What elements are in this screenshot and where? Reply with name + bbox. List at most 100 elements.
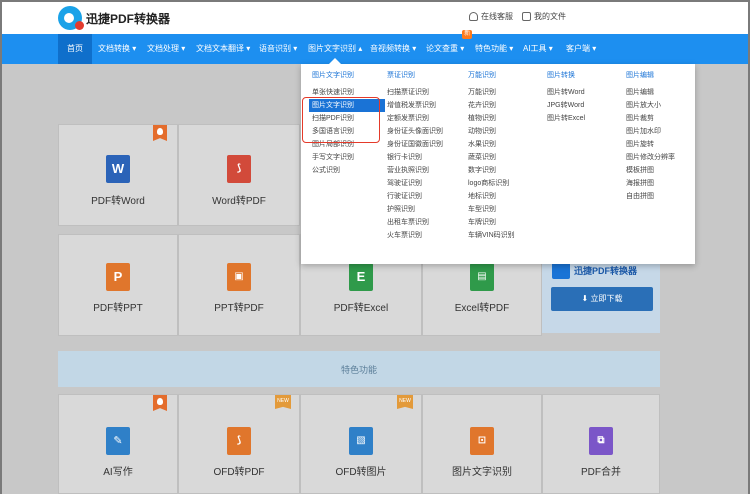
menu-item[interactable]: 动物识别 xyxy=(468,125,515,138)
nav-client[interactable]: 客户端 ▾ xyxy=(566,34,596,64)
highlight-box xyxy=(302,97,380,143)
menu-item[interactable]: 海报拼图 xyxy=(626,177,675,190)
nav-doc-translate[interactable]: 文档文本翻译 ▾ xyxy=(196,34,250,64)
dropdown-column-universal-ocr: 万能识别 万能识别 花卉识别 植物识别 动物识别 水果识别 蔬菜识别 数字识别 … xyxy=(468,70,515,242)
pdf-icon: ⟆ xyxy=(227,155,251,183)
my-files-label: 我的文件 xyxy=(534,12,566,21)
headset-icon xyxy=(469,12,478,21)
card-label: PDF转Word xyxy=(91,196,145,207)
menu-item[interactable]: 车辆VIN码识别 xyxy=(468,229,515,242)
menu-item[interactable]: 自由拼图 xyxy=(626,190,675,203)
card-label: PDF转Excel xyxy=(333,303,389,314)
file-icon xyxy=(522,12,531,21)
customer-service-link[interactable]: 在线客服 xyxy=(469,11,513,22)
ofd-pdf-icon: ⟆ xyxy=(227,427,251,455)
card-ofd-to-image[interactable]: NEW ▧ OFD转图片 xyxy=(300,394,422,494)
menu-item[interactable]: 驾驶证识别 xyxy=(387,177,443,190)
menu-item[interactable]: 图片修改分辨率 xyxy=(626,151,675,164)
menu-item[interactable]: 扫描票证识别 xyxy=(387,86,443,99)
nav-doc-convert[interactable]: 文档转换 ▾ xyxy=(98,34,136,64)
card-pdf-merge[interactable]: ⧉ PDF合并 xyxy=(542,394,660,494)
my-files-link[interactable]: 我的文件 xyxy=(522,11,566,22)
ocr-icon: ⊡ xyxy=(470,427,494,455)
card-label: OFD转图片 xyxy=(335,467,387,478)
card-label: AI写作 xyxy=(103,467,133,478)
menu-item[interactable]: 植物识别 xyxy=(468,112,515,125)
menu-item[interactable]: 模板拼图 xyxy=(626,164,675,177)
download-label: 立即下载 xyxy=(590,294,623,303)
new-tag: NEW xyxy=(397,395,413,409)
excel-icon: E xyxy=(349,263,373,291)
dropdown-column-image-edit: 图片编辑 图片编辑 图片放大小 图片裁剪 图片加水印 图片旋转 图片修改分辨率 … xyxy=(626,70,675,203)
card-ofd-to-pdf[interactable]: NEW ⟆ OFD转PDF xyxy=(178,394,300,494)
nav-paper-check[interactable]: 论文查重 ▾ 新 xyxy=(426,30,473,64)
menu-item[interactable]: 花卉识别 xyxy=(468,99,515,112)
hot-icon xyxy=(153,125,167,141)
card-label: PDF合并 xyxy=(581,467,621,478)
nav-home[interactable]: 首页 xyxy=(58,34,92,64)
nav-features[interactable]: 特色功能 ▾ xyxy=(475,34,513,64)
menu-item[interactable]: 定额发票识别 xyxy=(387,112,443,125)
menu-item[interactable]: 水果识别 xyxy=(468,138,515,151)
card-word-to-pdf[interactable]: ⟆ Word转PDF xyxy=(178,124,300,226)
image-icon: ▧ xyxy=(349,427,373,455)
new-tag: NEW xyxy=(275,395,291,409)
menu-item[interactable]: 图片加水印 xyxy=(626,125,675,138)
menu-item[interactable]: 身份证国徽面识别 xyxy=(387,138,443,151)
logo-icon[interactable] xyxy=(58,6,84,30)
brand-name[interactable]: 迅捷PDF转换器 xyxy=(86,10,170,27)
menu-item[interactable]: 图片转Excel xyxy=(547,112,585,125)
column-title: 万能识别 xyxy=(468,72,496,79)
menu-item[interactable]: 营业执照识别 xyxy=(387,164,443,177)
menu-item[interactable]: 增值税发票识别 xyxy=(387,99,443,112)
menu-item[interactable]: 图片旋转 xyxy=(626,138,675,151)
nav-doc-process[interactable]: 文档处理 ▾ xyxy=(147,34,185,64)
section-title: 特色功能 xyxy=(340,365,377,375)
download-button[interactable]: ⬇ 立即下载 xyxy=(551,287,653,311)
menu-item[interactable]: 公式识别 xyxy=(312,164,385,177)
menu-item[interactable]: 银行卡识别 xyxy=(387,151,443,164)
image-ocr-dropdown: 图片文字识别 单张快速识别 图片文字识别 扫描PDF识别 多国语言识别 图片局部… xyxy=(301,58,695,264)
menu-item[interactable]: 图片转Word xyxy=(547,86,585,99)
menu-item[interactable]: 万能识别 xyxy=(468,86,515,99)
menu-item[interactable]: 行驶证识别 xyxy=(387,190,443,203)
hot-icon xyxy=(153,395,167,411)
menu-item[interactable]: 车牌识别 xyxy=(468,216,515,229)
card-label: PDF转PPT xyxy=(93,303,143,314)
menu-item[interactable]: 图片编辑 xyxy=(626,86,675,99)
menu-item[interactable]: 身份证头像面识别 xyxy=(387,125,443,138)
feature-section-header: 特色功能 xyxy=(58,351,660,387)
menu-item[interactable]: 图片放大小 xyxy=(626,99,675,112)
card-pdf-to-ppt[interactable]: P PDF转PPT xyxy=(58,234,178,336)
card-label: 图片文字识别 xyxy=(452,467,512,478)
card-image-ocr[interactable]: ⊡ 图片文字识别 xyxy=(422,394,542,494)
menu-item[interactable]: 护照识别 xyxy=(387,203,443,216)
menu-item[interactable]: 火车票识别 xyxy=(387,229,443,242)
menu-item[interactable]: 车型识别 xyxy=(468,203,515,216)
menu-item[interactable]: 图片裁剪 xyxy=(626,112,675,125)
card-ppt-to-pdf[interactable]: ▣ PPT转PDF xyxy=(178,234,300,336)
new-badge: 新 xyxy=(462,30,473,39)
nav-speech-recognition[interactable]: 语音识别 ▾ xyxy=(259,34,297,64)
menu-item[interactable]: JPG转Word xyxy=(547,99,585,112)
main-nav: 首页 文档转换 ▾ 文档处理 ▾ 文档文本翻译 ▾ 语音识别 ▾ 图片文字识别 … xyxy=(2,30,748,64)
nav-av-convert[interactable]: 音视频转换 ▾ xyxy=(370,34,416,64)
menu-item[interactable]: 蔬菜识别 xyxy=(468,151,515,164)
ppt-pdf-icon: ▣ xyxy=(227,263,251,291)
card-pdf-to-word[interactable]: W PDF转Word xyxy=(58,124,178,226)
menu-item[interactable]: 数字识别 xyxy=(468,164,515,177)
card-label: OFD转PDF xyxy=(213,467,265,478)
card-label: Excel转PDF xyxy=(454,303,510,314)
excel-pdf-icon: ▤ xyxy=(470,263,494,291)
nav-ai-tools[interactable]: AI工具 ▾ xyxy=(523,34,553,64)
card-ai-writing[interactable]: ✎ AI写作 xyxy=(58,394,178,494)
merge-icon: ⧉ xyxy=(589,427,613,455)
menu-item[interactable]: 手写文字识别 xyxy=(312,151,385,164)
column-title: 图片转换 xyxy=(547,72,575,79)
menu-item[interactable]: 出租车票识别 xyxy=(387,216,443,229)
menu-item[interactable]: logo商标识别 xyxy=(468,177,515,190)
dropdown-column-ticket-ocr: 票证识别 扫描票证识别 增值税发票识别 定额发票识别 身份证头像面识别 身份证国… xyxy=(387,70,443,242)
column-title: 图片文字识别 xyxy=(312,72,354,79)
menu-item[interactable]: 地标识别 xyxy=(468,190,515,203)
nav-paper-check-label: 论文查重 ▾ xyxy=(426,44,465,53)
